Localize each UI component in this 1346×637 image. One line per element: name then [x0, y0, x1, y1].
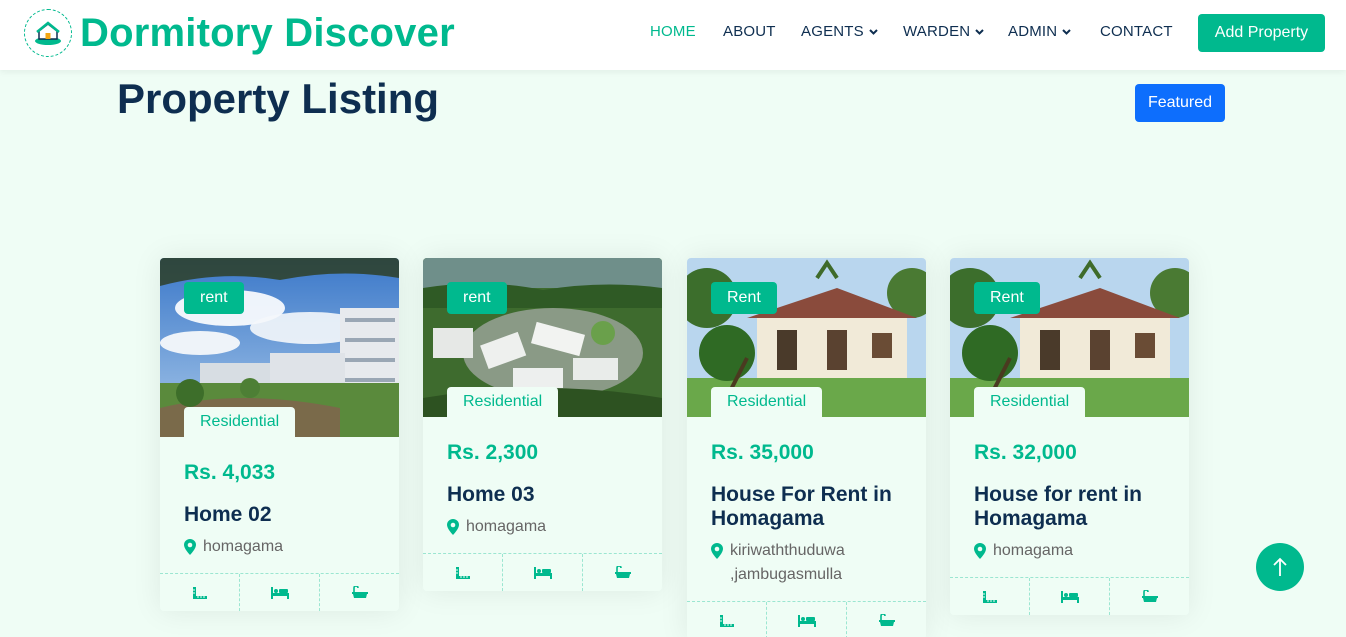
location: homagama [974, 539, 1165, 563]
area-feature [950, 578, 1030, 615]
property-title[interactable]: House for rent in Homagama [974, 483, 1165, 531]
type-badge: Residential [447, 387, 559, 417]
page-title: Property Listing [117, 75, 440, 122]
nav-admin[interactable]: ADMIN [1008, 23, 1072, 40]
brand-link[interactable]: Dormitory Discover [24, 9, 455, 57]
bed-feature [767, 602, 847, 637]
property-card[interactable]: Rent Residential Rs. 35,000 House For Re… [687, 258, 926, 637]
bath-feature [847, 602, 926, 637]
chevron-down-icon [1062, 28, 1072, 35]
property-card[interactable]: rent Residential Rs. 4,033 Home 02 homag… [160, 258, 399, 611]
navbar: Dormitory Discover HOME ABOUT AGENTS WAR… [0, 0, 1346, 70]
price: Rs. 32,000 [974, 441, 1077, 464]
ruler-icon [982, 590, 997, 603]
location: kiriwaththuduwa ,jambugasmulla [711, 539, 902, 587]
map-marker-icon [974, 543, 986, 559]
bed-icon [797, 614, 816, 627]
nav-home[interactable]: HOME [650, 23, 696, 40]
property-image[interactable]: rent Residential [160, 258, 399, 437]
property-features [950, 577, 1189, 615]
property-title[interactable]: House For Rent in Homagama [711, 483, 902, 531]
add-property-button[interactable]: Add Property [1198, 14, 1325, 52]
bath-feature [320, 574, 399, 611]
map-marker-icon [447, 519, 459, 535]
nav-agents[interactable]: AGENTS [801, 23, 878, 40]
location: homagama [447, 515, 638, 539]
bath-feature [1110, 578, 1189, 615]
area-feature [687, 602, 767, 637]
bed-icon [533, 566, 552, 579]
chevron-down-icon [869, 28, 878, 35]
property-features [160, 573, 399, 611]
bed-icon [1060, 590, 1079, 603]
nav-agents-label: AGENTS [801, 23, 864, 40]
bed-feature [503, 554, 583, 591]
price: Rs. 2,300 [447, 441, 539, 464]
nav-about[interactable]: ABOUT [723, 23, 776, 40]
nav-admin-label: ADMIN [1008, 23, 1058, 40]
price: Rs. 4,033 [184, 461, 276, 484]
status-badge: Rent [711, 282, 777, 314]
bath-icon [351, 586, 368, 598]
location-text: homagama [203, 538, 284, 555]
area-feature [423, 554, 503, 591]
type-badge: Residential [184, 407, 296, 437]
bed-feature [240, 574, 320, 611]
location-text: homagama [466, 518, 547, 535]
ruler-icon [719, 614, 734, 627]
bed-icon [270, 586, 289, 599]
area-feature [160, 574, 240, 611]
bed-feature [1030, 578, 1110, 615]
nav-warden-label: WARDEN [903, 23, 971, 40]
back-to-top-button[interactable] [1256, 543, 1304, 591]
nav-about-label: ABOUT [723, 23, 776, 40]
chevron-down-icon [975, 28, 985, 35]
nav-contact[interactable]: CONTACT [1100, 23, 1173, 40]
location-text: kiriwaththuduwa ,jambugasmulla [730, 542, 845, 583]
status-badge: Rent [974, 282, 1040, 314]
bath-icon [614, 566, 631, 578]
property-features [423, 553, 662, 591]
house-logo-icon [24, 9, 72, 57]
property-image[interactable]: Rent Residential [687, 258, 926, 417]
nav-home-label: HOME [650, 23, 696, 40]
type-badge: Residential [974, 387, 1086, 417]
property-features [687, 601, 926, 637]
location-text: homagama [993, 542, 1074, 559]
property-image[interactable]: rent Residential [423, 258, 662, 417]
map-marker-icon [184, 539, 196, 555]
location: homagama [184, 535, 375, 559]
property-card[interactable]: rent Residential Rs. 2,300 Home 03 homag… [423, 258, 662, 591]
ruler-icon [455, 566, 470, 579]
property-card[interactable]: Rent Residential Rs. 32,000 House for re… [950, 258, 1189, 615]
bath-icon [1141, 590, 1158, 602]
property-image[interactable]: Rent Residential [950, 258, 1189, 417]
status-badge: rent [184, 282, 244, 314]
ruler-icon [192, 586, 207, 599]
map-marker-icon [711, 543, 723, 559]
brand-title: Dormitory Discover [80, 10, 455, 55]
property-title[interactable]: Home 02 [184, 503, 375, 527]
bath-icon [878, 614, 895, 626]
nav-warden[interactable]: WARDEN [903, 23, 985, 40]
featured-button[interactable]: Featured [1135, 84, 1225, 122]
type-badge: Residential [711, 387, 823, 417]
bath-feature [583, 554, 662, 591]
property-title[interactable]: Home 03 [447, 483, 638, 507]
arrow-up-icon [1273, 557, 1287, 576]
price: Rs. 35,000 [711, 441, 814, 464]
nav-contact-label: CONTACT [1100, 23, 1173, 40]
status-badge: rent [447, 282, 507, 314]
